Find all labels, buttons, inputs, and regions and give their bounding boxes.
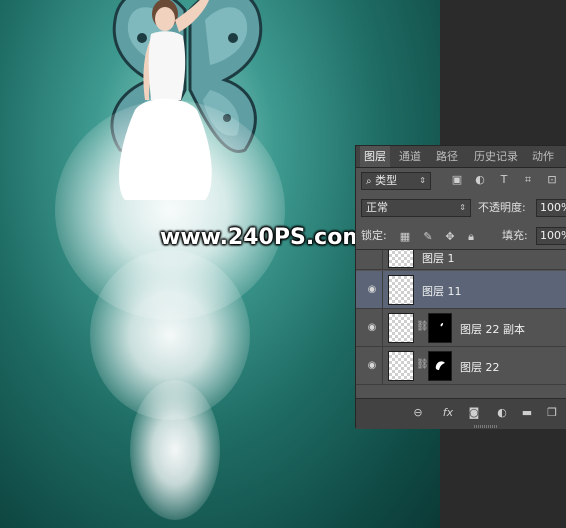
watermark-text: www.240PS.com (160, 225, 366, 250)
lock-row: 锁定: ▦ ✎ ✥ 🔒︎ 填充: 100% (356, 226, 566, 248)
tab-channels[interactable]: 通道 (395, 146, 425, 167)
chevron-updown-icon: ⇕ (419, 176, 426, 185)
filter-kind-label: 类型 (375, 174, 398, 187)
new-group-icon[interactable]: ▬ (519, 405, 535, 421)
type-filter-icon[interactable]: T (497, 173, 511, 187)
smart-object-filter-icon[interactable]: ⊡ (545, 173, 559, 187)
link-layers-icon[interactable]: ⊖ (410, 405, 426, 421)
layer-name[interactable]: 图层 22 (460, 359, 500, 375)
visibility-toggle[interactable]: ◉ (362, 309, 383, 346)
mask-link-icon[interactable]: ⛓ (416, 321, 429, 332)
layers-panel: 图层 通道 路径 历史记录 动作 ⌕ 类型 ⇕ ▣ ◐ T ⌗ ⊡ 正常 ⇕ 不… (355, 145, 566, 429)
woman-figure (119, 0, 212, 200)
chevron-updown-icon: ⇕ (459, 203, 466, 212)
lock-transparent-icon[interactable]: ▦ (398, 230, 412, 244)
smoke-trail (130, 380, 220, 520)
layer-mask-thumbnail[interactable] (428, 351, 452, 381)
panel-footer: ⊖ fx ◙ ◐ ▬ ❐ (356, 398, 566, 429)
layer-mask-thumbnail[interactable] (428, 313, 452, 343)
eye-hidden-icon (365, 250, 379, 263)
opacity-label: 不透明度: (478, 201, 526, 214)
eye-icon: ◉ (367, 321, 377, 333)
eye-icon: ◉ (367, 283, 377, 295)
tab-paths[interactable]: 路径 (432, 146, 462, 167)
blend-mode-value: 正常 (366, 201, 388, 214)
visibility-toggle[interactable]: ◉ (362, 347, 383, 384)
layer-thumbnail (388, 250, 414, 268)
mask-link-icon[interactable]: ⛓ (416, 359, 429, 370)
layer-row[interactable]: ◉ 图层 11 (356, 271, 566, 309)
layer-name[interactable]: 图层 1 (422, 250, 455, 266)
tab-actions[interactable]: 动作 (528, 146, 558, 167)
opacity-input[interactable]: 100% (536, 199, 566, 217)
blend-mode-select[interactable]: 正常 ⇕ (361, 199, 471, 217)
adjustment-layer-icon[interactable]: ◐ (494, 405, 510, 421)
panel-resize-grip[interactable] (474, 425, 498, 428)
layer-filter-row: ⌕ 类型 ⇕ ▣ ◐ T ⌗ ⊡ (356, 170, 566, 194)
lock-paint-icon[interactable]: ✎ (421, 230, 435, 244)
fill-label: 填充: (502, 229, 528, 242)
shape-filter-icon[interactable]: ⌗ (521, 173, 535, 187)
layer-thumbnail (388, 313, 414, 343)
blend-row: 正常 ⇕ 不透明度: 100% (356, 197, 566, 221)
tab-history[interactable]: 历史记录 (469, 146, 523, 167)
layer-row[interactable]: ◉ ⛓ 图层 22 (356, 347, 566, 385)
add-mask-icon[interactable]: ◙ (466, 405, 482, 421)
visibility-toggle[interactable]: ◉ (362, 271, 383, 308)
layer-row[interactable]: ◉ ⛓ 图层 22 副本 (356, 309, 566, 347)
panel-tabs: 图层 通道 路径 历史记录 动作 (356, 146, 566, 168)
fill-input[interactable]: 100% (536, 227, 566, 245)
tab-layers[interactable]: 图层 (360, 146, 390, 167)
layer-name[interactable]: 图层 22 副本 (460, 321, 525, 337)
lock-label: 锁定: (361, 229, 387, 242)
lock-all-icon[interactable]: 🔒︎ (464, 230, 478, 244)
layer-name[interactable]: 图层 11 (422, 283, 462, 299)
layer-thumbnail (388, 275, 414, 305)
new-layer-icon[interactable]: ❐ (544, 405, 560, 421)
visibility-toggle[interactable] (362, 250, 383, 269)
lock-position-icon[interactable]: ✥ (443, 230, 457, 244)
layer-thumbnail (388, 351, 414, 381)
filter-kind-select[interactable]: ⌕ 类型 ⇕ (361, 172, 431, 190)
eye-icon: ◉ (367, 359, 377, 371)
adjustment-filter-icon[interactable]: ◐ (473, 173, 487, 187)
layer-row[interactable]: 图层 1 (356, 250, 566, 270)
search-icon: ⌕ (366, 176, 372, 187)
fx-icon[interactable]: fx (440, 405, 456, 421)
layer-list[interactable]: 图层 1 ◉ 图层 11 ◉ ⛓ 图层 22 副本 ◉ ⛓ 图层 22 (356, 249, 566, 397)
image-filter-icon[interactable]: ▣ (450, 173, 464, 187)
